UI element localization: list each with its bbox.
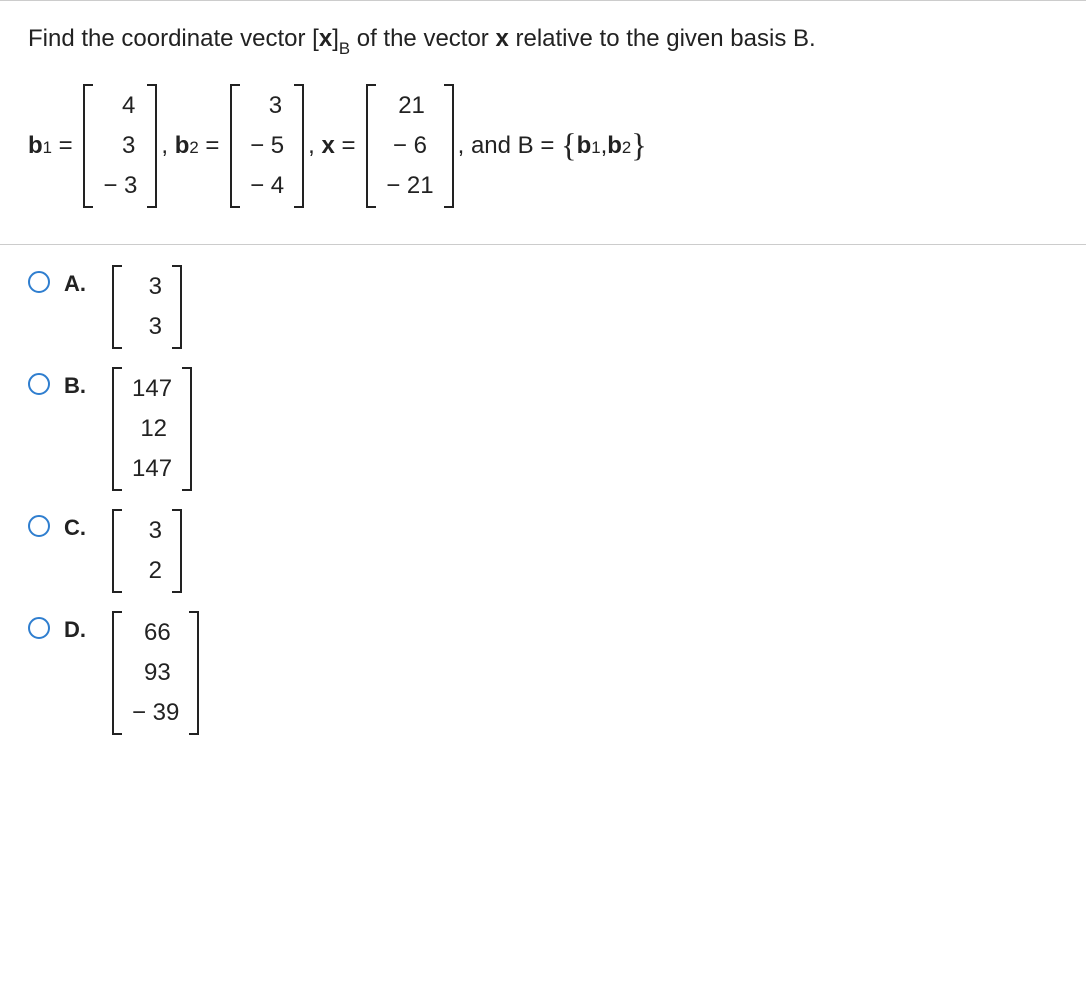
b2-v2: − 4 (250, 172, 284, 200)
label-D: D. (64, 617, 94, 643)
b1-label: b (28, 132, 43, 160)
label-B: B. (64, 373, 94, 399)
bracket-right (294, 84, 304, 208)
body-B: 147 12 147 (108, 367, 196, 491)
q-part3: relative to the given basis B. (509, 25, 816, 52)
q-sub: B (339, 39, 350, 58)
b1-v0: 4 (105, 92, 135, 120)
col-B: 147 12 147 (122, 367, 182, 491)
q-part2: of the vector (350, 25, 495, 52)
radio-B[interactable] (28, 373, 50, 395)
matrix-B: 147 12 147 (112, 367, 192, 491)
and-text: , and B = (458, 132, 561, 160)
col-C: 3 2 (122, 509, 172, 593)
body-C: 3 2 (108, 509, 186, 593)
label-A: A. (64, 271, 94, 297)
q-x: x (319, 25, 332, 52)
radio-D[interactable] (28, 617, 50, 639)
set-b2: b (607, 132, 622, 160)
b1-v2: − 3 (103, 172, 137, 200)
lbrace: { (561, 128, 577, 165)
D-v2: − 39 (132, 699, 179, 727)
x-v2: − 21 (386, 172, 433, 200)
b2-v0: 3 (252, 92, 282, 120)
q-x2: x (495, 25, 508, 52)
bracket-right (444, 84, 454, 208)
matrix-A: 3 3 (112, 265, 182, 349)
bracket-left (112, 367, 122, 491)
option-B[interactable]: B. 147 12 147 (28, 367, 1058, 491)
set-b2s: 2 (622, 138, 631, 158)
b1-col: 4 3 − 3 (93, 84, 147, 208)
b2-matrix: 3 − 5 − 4 (230, 84, 304, 208)
A-v1: 3 (132, 313, 162, 341)
C-v1: 2 (132, 557, 162, 585)
bracket-right (172, 509, 182, 593)
equals1: = (52, 132, 79, 160)
question-block: Find the coordinate vector [x]B of the v… (0, 1, 1086, 244)
b2-sub: 2 (189, 138, 198, 158)
b2-label: b (175, 132, 190, 160)
q-bracket: ] (332, 25, 339, 52)
label-C: C. (64, 515, 94, 541)
comma2: , (308, 132, 321, 160)
option-C[interactable]: C. 3 2 (28, 509, 1058, 593)
bracket-left (83, 84, 93, 208)
x-matrix: 21 − 6 − 21 (366, 84, 453, 208)
x-v1: − 6 (393, 132, 427, 160)
body-A: 3 3 (108, 265, 186, 349)
set-b1s: 1 (591, 138, 600, 158)
col-A: 3 3 (122, 265, 172, 349)
bracket-right (147, 84, 157, 208)
x-v0: 21 (395, 92, 425, 120)
set-b1: b (577, 132, 592, 160)
comma1: , (161, 132, 174, 160)
equals3: = (335, 132, 362, 160)
bracket-left (112, 509, 122, 593)
question-text: Find the coordinate vector [x]B of the v… (28, 23, 1058, 58)
x-label: x (322, 132, 335, 160)
rbrace: } (631, 128, 647, 165)
set-comma: , (601, 132, 608, 160)
bracket-left (112, 265, 122, 349)
D-v1: 93 (141, 659, 171, 687)
B-v1: 12 (137, 415, 167, 443)
col-D: 66 93 − 39 (122, 611, 189, 735)
B-v0: 147 (132, 375, 172, 403)
bracket-right (182, 367, 192, 491)
b1-v1: 3 (105, 132, 135, 160)
option-D[interactable]: D. 66 93 − 39 (28, 611, 1058, 735)
b2-col: 3 − 5 − 4 (240, 84, 294, 208)
b1-sub: 1 (43, 138, 52, 158)
bracket-left (112, 611, 122, 735)
C-v0: 3 (132, 517, 162, 545)
bracket-left (366, 84, 376, 208)
D-v0: 66 (141, 619, 171, 647)
q-part1: Find the coordinate vector [ (28, 25, 319, 52)
bracket-right (189, 611, 199, 735)
x-col: 21 − 6 − 21 (376, 84, 443, 208)
matrix-D: 66 93 − 39 (112, 611, 199, 735)
equals2: = (199, 132, 226, 160)
B-v2: 147 (132, 455, 172, 483)
matrix-C: 3 2 (112, 509, 182, 593)
A-v0: 3 (132, 273, 162, 301)
option-A[interactable]: A. 3 3 (28, 265, 1058, 349)
answer-options: A. 3 3 B. 147 12 147 (0, 245, 1086, 773)
equation-row: b1 = 4 3 − 3 , b2 = 3 − 5 − 4 , x = (28, 84, 1058, 232)
body-D: 66 93 − 39 (108, 611, 203, 735)
radio-C[interactable] (28, 515, 50, 537)
bracket-left (230, 84, 240, 208)
bracket-right (172, 265, 182, 349)
radio-A[interactable] (28, 271, 50, 293)
b1-matrix: 4 3 − 3 (83, 84, 157, 208)
b2-v1: − 5 (250, 132, 284, 160)
